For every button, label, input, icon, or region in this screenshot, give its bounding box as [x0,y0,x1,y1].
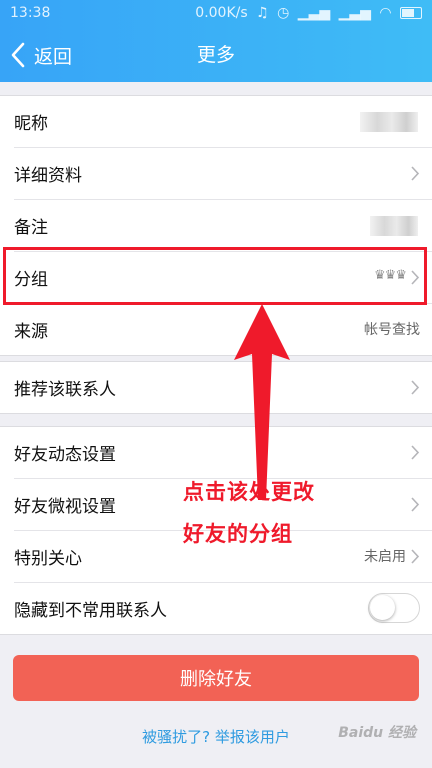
page-title: 更多 [196,44,235,66]
header-bar: 13:38 0.00K/s ♫ ◷ ▁▃▅ ▁▃▅ ◠ 返回 更多 [0,0,432,82]
friend-feed-settings-label: 好友动态设置 [14,445,116,465]
status-time: 13:38 [10,5,51,21]
hide-contact-label: 隐藏到不常用联系人 [14,601,167,621]
mute-icon: ♫ [256,5,269,21]
source-label: 来源 [14,322,48,342]
annotation-text-line2: 好友的分组 [183,522,293,546]
delete-friend-button[interactable]: 删除好友 [13,655,419,701]
remark-row[interactable]: 备注 [14,200,432,252]
annotation-arrow [234,304,290,500]
nickname-label: 昵称 [14,114,48,134]
status-icons: 0.00K/s ♫ ◷ ▁▃▅ ▁▃▅ ◠ [191,5,422,21]
nickname-value-blurred [360,112,418,132]
battery-icon [400,7,422,19]
signal-icon: ▁▃▅ [338,5,371,21]
special-care-value: 未启用 [364,549,406,565]
chevron-right-icon [411,549,420,564]
recommend-contact-label: 推荐该联系人 [14,380,116,400]
chevron-right-icon [411,445,420,460]
remark-value-blurred [370,216,418,236]
detail-info-row[interactable]: 详细资料 [14,148,432,200]
nickname-row[interactable]: 昵称 [14,96,432,148]
navigation-bar: 返回 更多 [0,28,432,82]
chevron-right-icon [411,380,420,395]
recommend-group: 推荐该联系人 [0,361,432,414]
source-value: 帐号查找 [364,322,420,338]
hide-contact-toggle[interactable] [368,593,420,623]
remark-label: 备注 [14,218,48,238]
special-care-label: 特别关心 [14,549,82,569]
profile-settings-group: 昵称 详细资料 备注 分组 ♛♛♛ 来源 帐号查找 [0,95,432,356]
network-speed: 0.00K/s [195,5,248,21]
wifi-icon: ◠ [379,5,392,21]
highlight-box [3,247,427,305]
watermark: Baidu 经验 [338,725,416,741]
chevron-right-icon [411,497,420,512]
status-bar: 13:38 0.00K/s ♫ ◷ ▁▃▅ ▁▃▅ ◠ [0,0,432,28]
alarm-icon: ◷ [277,5,290,21]
chevron-right-icon [411,166,420,181]
hide-contact-row: 隐藏到不常用联系人 [14,583,432,634]
friend-weishi-settings-label: 好友微视设置 [14,497,116,517]
annotation-text-line1: 点击该处更改 [183,480,315,504]
detail-info-label: 详细资料 [14,166,82,186]
signal-icon: ▁▃▅ [297,5,331,21]
toggle-knob [370,595,395,620]
